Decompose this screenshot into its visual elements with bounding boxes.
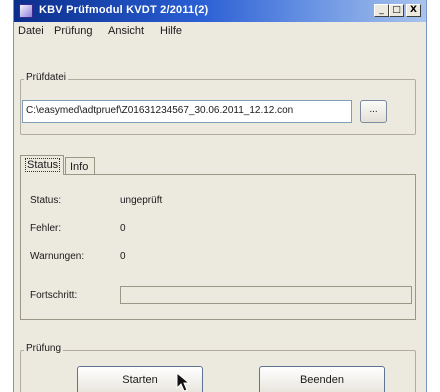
- fehler-label: Fehler:: [30, 223, 62, 234]
- mouse-cursor-icon: [176, 372, 191, 392]
- menu-bar: Datei Prüfung Ansicht Hilfe: [14, 22, 426, 40]
- menu-hilfe[interactable]: Hilfe: [160, 25, 182, 37]
- maximize-button[interactable]: □: [389, 4, 404, 17]
- tab-status[interactable]: Status: [20, 155, 64, 175]
- menu-datei[interactable]: Datei: [18, 25, 44, 37]
- fortschritt-label: Fortschritt:: [30, 290, 78, 301]
- status-value: ungeprüft: [120, 195, 163, 206]
- tab-info-label: Info: [70, 161, 89, 173]
- title-bar[interactable]: KBV Prüfmodul KVDT 2/2011(2) _ □ X: [14, 0, 426, 22]
- tab-status-label: Status: [25, 158, 61, 172]
- warnungen-label: Warnungen:: [30, 251, 85, 262]
- pruefung-group-label: Prüfung: [24, 343, 64, 354]
- fehler-value: 0: [120, 223, 126, 234]
- browse-button[interactable]: ...: [360, 100, 387, 123]
- app-icon: [19, 4, 33, 18]
- end-button[interactable]: Beenden: [259, 366, 385, 392]
- progress-bar: [120, 286, 412, 304]
- file-path-input[interactable]: C:\easymed\adtpruef\Z01631234567_30.06.2…: [22, 100, 352, 123]
- warnungen-value: 0: [120, 251, 126, 262]
- close-button[interactable]: X: [406, 4, 421, 17]
- tab-info[interactable]: Info: [65, 157, 95, 175]
- window-title: KBV Prüfmodul KVDT 2/2011(2): [39, 4, 209, 16]
- status-label: Status:: [30, 195, 62, 206]
- menu-pruefung[interactable]: Prüfung: [54, 25, 93, 37]
- pruefdatei-group-label: Prüfdatei: [24, 72, 69, 83]
- app-window: KBV Prüfmodul KVDT 2/2011(2) _ □ X Datei…: [13, 0, 427, 392]
- minimize-button[interactable]: _: [374, 4, 389, 17]
- menu-ansicht[interactable]: Ansicht: [108, 25, 144, 37]
